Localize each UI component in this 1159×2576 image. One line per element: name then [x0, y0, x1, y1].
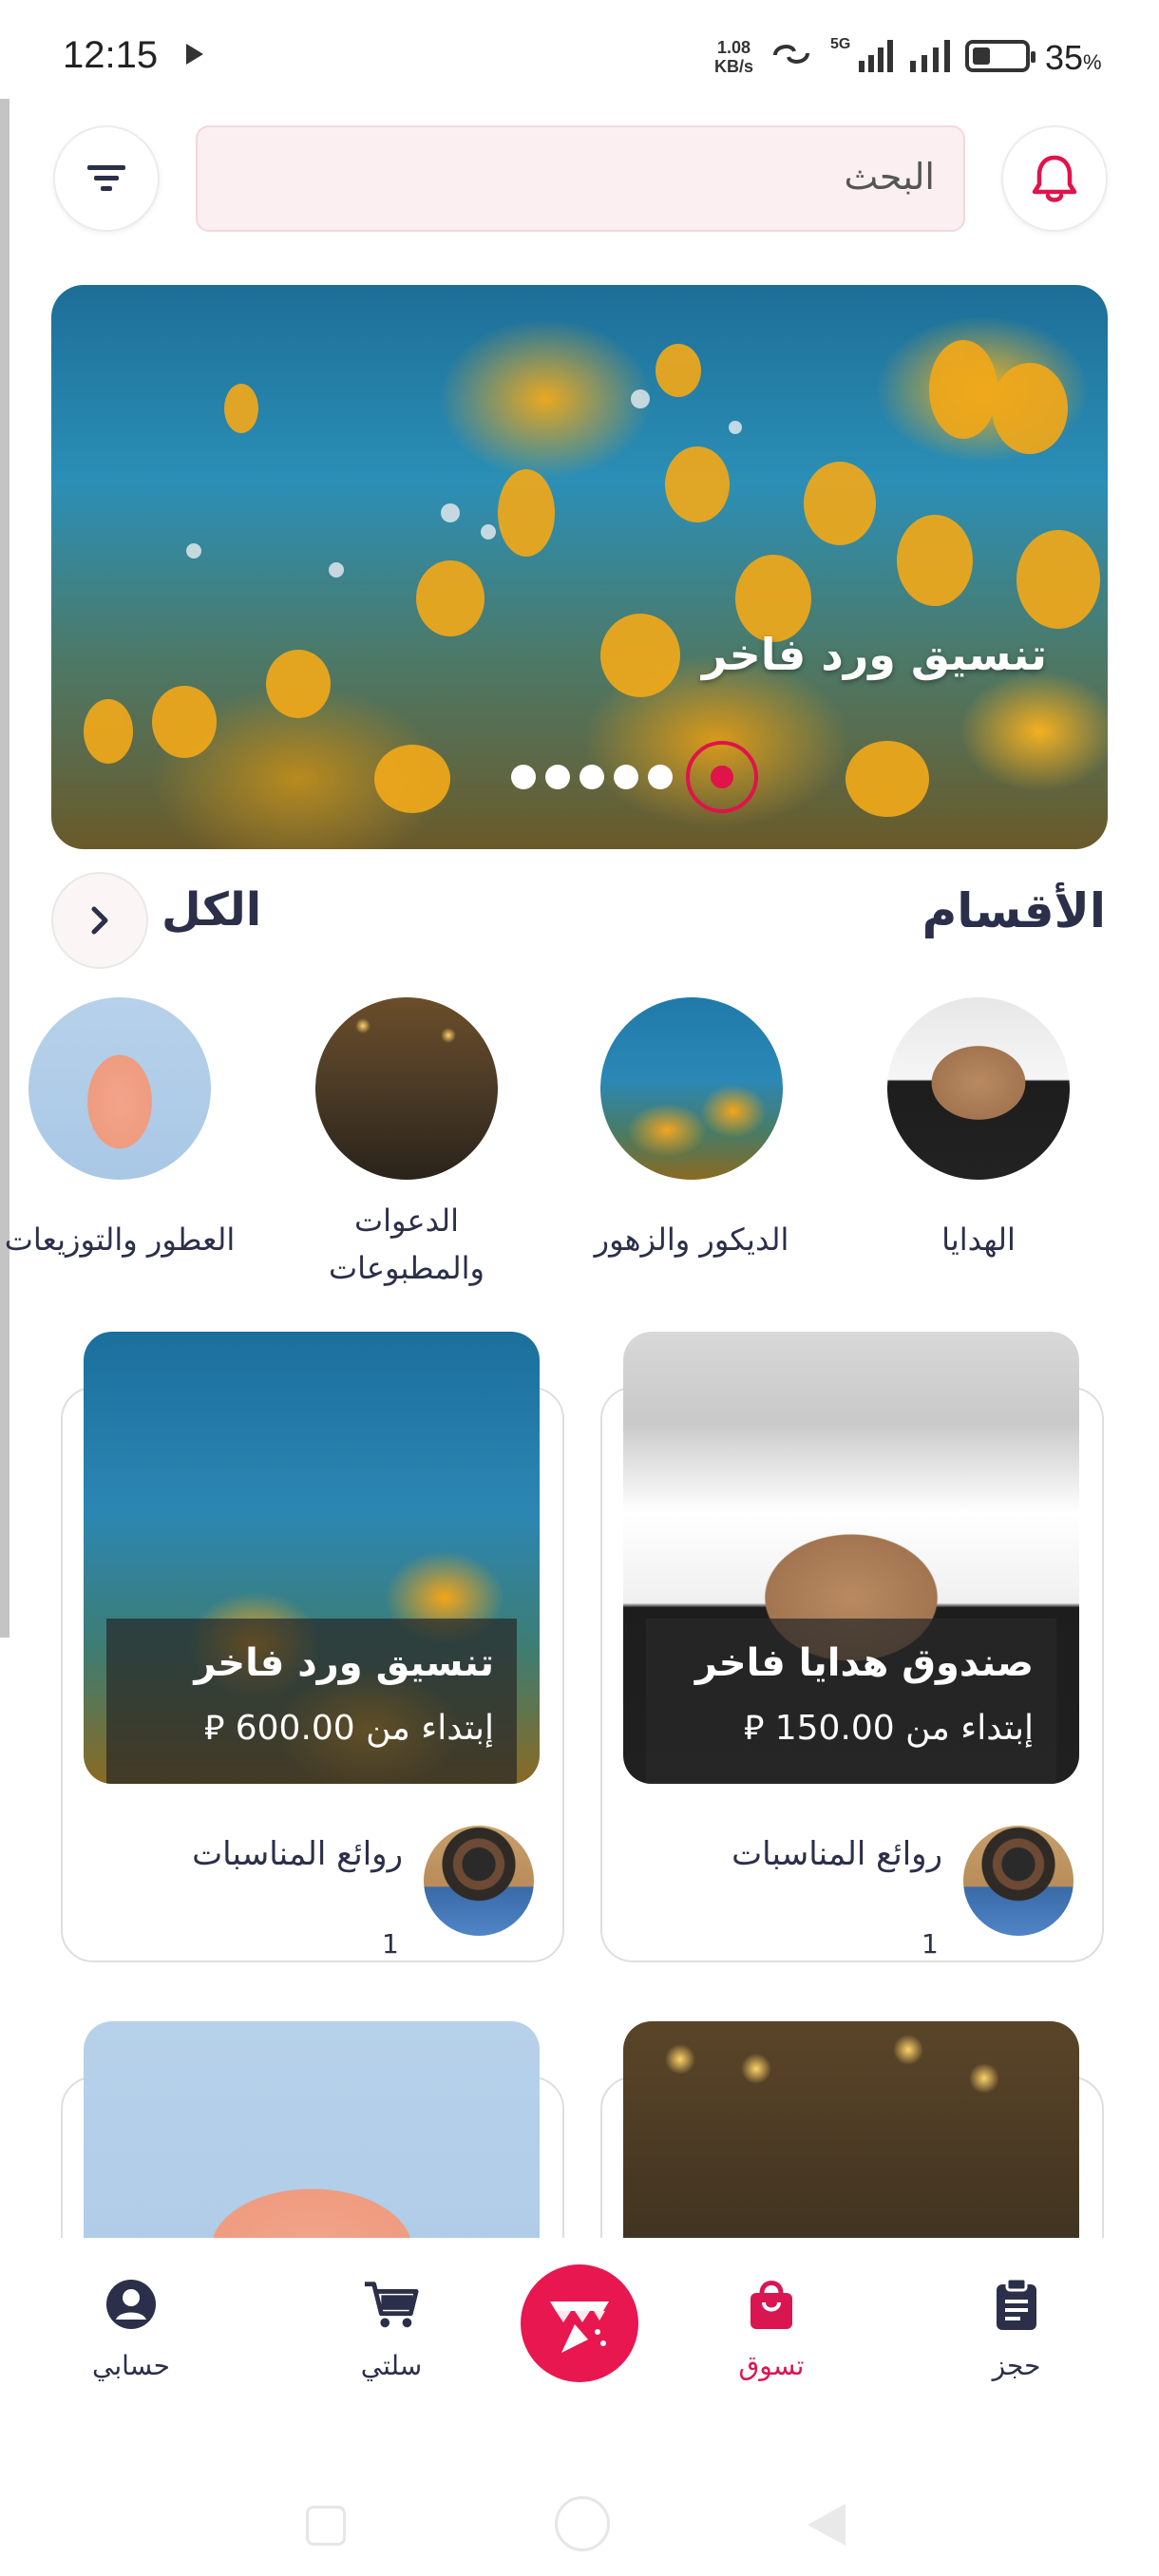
carousel-dot[interactable]	[614, 765, 638, 789]
category-image	[315, 997, 498, 1180]
bottom-navigation: حسابي سلتي تسوق حجز	[0, 2238, 1159, 2447]
product-name: تنسيق ورد فاخر	[194, 1641, 494, 1685]
carousel-dot-active[interactable]	[686, 741, 758, 813]
filter-button[interactable]	[53, 125, 160, 232]
shop-avatar[interactable]	[963, 1826, 1074, 1936]
chevron-right-icon	[91, 906, 108, 935]
filter-icon	[87, 165, 125, 191]
product-price: إبتداء من 600.00 ⃁	[203, 1709, 494, 1748]
category-image	[28, 997, 211, 1180]
carousel-dot[interactable]	[545, 765, 570, 789]
system-navigation-bar	[0, 2447, 1159, 2576]
status-bar: 12:15 1.08 KB/s 5G 35%	[0, 0, 1159, 114]
category-invitations[interactable]: الدعوات والمطبوعات	[264, 997, 549, 1292]
product-name: صندوق هدايا فاخر	[694, 1641, 1034, 1685]
account-icon	[103, 2276, 160, 2333]
nav-shop[interactable]: تسوق	[686, 2276, 857, 2381]
recent-apps-button[interactable]	[306, 2506, 346, 2546]
notifications-button[interactable]	[1001, 125, 1108, 232]
cart-icon	[363, 2276, 420, 2333]
status-time: 12:15	[63, 34, 159, 76]
shop-avatar[interactable]	[424, 1826, 534, 1936]
center-action-button[interactable]	[521, 2264, 638, 2382]
media-play-icon	[186, 44, 203, 65]
network-speed: 1.08 KB/s	[714, 38, 754, 76]
nav-booking[interactable]: حجز	[931, 2276, 1102, 2381]
category-label: الدعوات والمطبوعات	[329, 1203, 484, 1286]
carousel-dot[interactable]	[648, 765, 673, 789]
party-icon	[550, 2301, 609, 2353]
scroll-edge	[0, 99, 10, 1638]
category-image	[600, 997, 783, 1180]
signal-icon-2	[910, 40, 950, 72]
shopping-bag-icon	[743, 2276, 800, 2333]
bell-icon	[1032, 155, 1077, 202]
home-button[interactable]	[555, 2496, 610, 2551]
shop-count: 1	[922, 1928, 939, 1960]
nav-account[interactable]: حسابي	[46, 2276, 217, 2381]
view-all-button[interactable]	[51, 872, 148, 969]
category-perfumes[interactable]: العطور والتوزيعات	[0, 997, 262, 1263]
carousel-indicators[interactable]	[511, 741, 758, 813]
product-overlay: تنسيق ورد فاخر إبتداء من 600.00 ⃁	[106, 1619, 517, 1784]
category-decor[interactable]: الديكور والزهور	[549, 997, 834, 1263]
search-input[interactable]: البحث	[196, 125, 965, 232]
battery-icon	[965, 40, 1036, 72]
hero-banner[interactable]: تنسيق ورد فاخر	[51, 285, 1108, 849]
search-placeholder: البحث	[844, 156, 935, 198]
product-overlay: صندوق هدايا فاخر إبتداء من 150.00 ⃁	[646, 1619, 1056, 1784]
shop-name: روائع المناسبات	[732, 1835, 942, 1873]
back-button[interactable]	[808, 2504, 846, 2546]
product-price: إبتداء من 150.00 ⃁	[743, 1709, 1034, 1748]
carousel-dot[interactable]	[511, 765, 536, 789]
category-gifts[interactable]: الهدايا	[836, 997, 1121, 1263]
shop-name: روائع المناسبات	[192, 1835, 403, 1873]
category-label: الديكور والزهور	[594, 1222, 789, 1258]
signal-icon	[859, 40, 893, 72]
clipboard-icon	[988, 2276, 1045, 2333]
product-card-flowers[interactable]: تنسيق ورد فاخر إبتداء من 600.00 ⃁ روائع …	[61, 1332, 564, 1962]
product-card-gift-box[interactable]: صندوق هدايا فاخر إبتداء من 150.00 ⃁ روائ…	[600, 1332, 1104, 1962]
category-label: العطور والتوزيعات	[4, 1222, 236, 1258]
nav-cart[interactable]: سلتي	[306, 2276, 477, 2381]
nav-label: حجز	[992, 2350, 1041, 2381]
product-image: صندوق هدايا فاخر إبتداء من 150.00 ⃁	[623, 1332, 1079, 1784]
view-all-link[interactable]: الكل	[162, 883, 261, 937]
nav-label: حسابي	[92, 2350, 170, 2381]
category-label: الهدايا	[941, 1222, 1016, 1258]
nav-label: تسوق	[738, 2350, 805, 2381]
category-image	[887, 997, 1070, 1180]
categories-title: الأقسام	[922, 883, 1106, 938]
shop-count: 1	[382, 1928, 399, 1960]
battery-percent: 35%	[1045, 38, 1102, 77]
nav-label: سلتي	[360, 2350, 423, 2381]
product-image: تنسيق ورد فاخر إبتداء من 600.00 ⃁	[84, 1332, 540, 1784]
hero-title: تنسيق ورد فاخر	[702, 629, 1047, 680]
carousel-dot[interactable]	[580, 765, 604, 789]
hotspot-link-icon	[773, 45, 809, 64]
battery-level	[973, 47, 990, 65]
